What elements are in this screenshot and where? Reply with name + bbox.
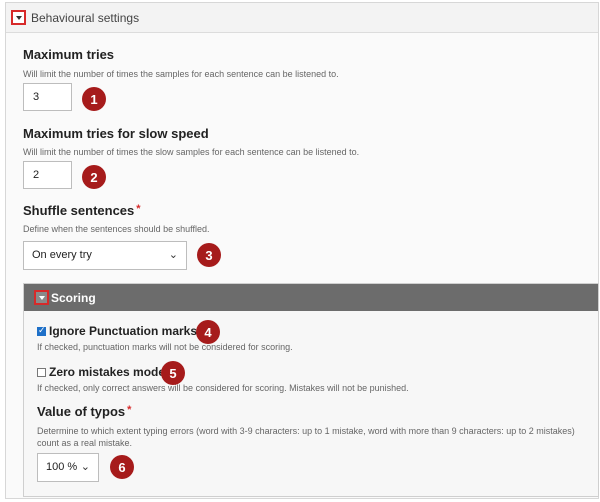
- maximum-tries-slow-label: Maximum tries for slow speed: [23, 126, 209, 141]
- scoring-title: Scoring: [51, 291, 96, 305]
- required-marker: *: [136, 203, 141, 215]
- ignore-punctuation-description: If checked, punctuation marks will not b…: [37, 342, 293, 352]
- callout-badge-5: 5: [161, 361, 185, 385]
- collapse-toggle-icon[interactable]: [11, 10, 26, 25]
- zero-mistakes-description: If checked, only correct answers will be…: [37, 383, 409, 393]
- behavioural-settings-header[interactable]: Behavioural settings: [6, 3, 598, 33]
- shuffle-selected-value: On every try: [32, 249, 92, 261]
- behavioural-settings-panel: Behavioural settings Maximum tries Will …: [5, 2, 599, 499]
- shuffle-sentences-label: Shuffle sentences *: [23, 203, 141, 218]
- maximum-tries-slow-input[interactable]: 2: [23, 161, 72, 189]
- ignore-punctuation-checkbox[interactable]: [37, 325, 46, 336]
- value-of-typos-label: Value of typos *: [37, 404, 131, 419]
- chevron-down-icon: ⌄: [168, 249, 178, 261]
- maximum-tries-label: Maximum tries: [23, 47, 115, 62]
- value-of-typos-description-1: Determine to which extent typing errors …: [37, 426, 575, 436]
- callout-badge-2: 2: [82, 165, 106, 189]
- value-of-typos-select[interactable]: 100 % ⌄: [37, 453, 99, 482]
- zero-mistakes-label: Zero mistakes mode: [49, 365, 166, 379]
- callout-badge-3: 3: [197, 243, 221, 267]
- callout-badge-1: 1: [82, 87, 106, 111]
- scoring-section: Scoring Ignore Punctuation marks If chec…: [23, 283, 599, 497]
- maximum-tries-slow-description: Will limit the number of times the slow …: [23, 147, 360, 157]
- scoring-header[interactable]: Scoring: [24, 284, 598, 311]
- required-marker: *: [127, 404, 132, 416]
- shuffle-sentences-label-text: Shuffle sentences: [23, 203, 135, 218]
- typos-selected-value: 100 %: [46, 461, 78, 473]
- value-of-typos-description-2: count as a real mistake.: [37, 438, 133, 448]
- collapse-toggle-icon[interactable]: [34, 290, 49, 305]
- callout-badge-4: 4: [196, 320, 220, 344]
- callout-badge-6: 6: [110, 455, 134, 479]
- shuffle-sentences-description: Define when the sentences should be shuf…: [23, 224, 210, 234]
- maximum-tries-description: Will limit the number of times the sampl…: [23, 69, 339, 79]
- maximum-tries-input[interactable]: 3: [23, 83, 72, 111]
- ignore-punctuation-label: Ignore Punctuation marks: [49, 324, 198, 338]
- chevron-down-icon: ⌄: [80, 461, 90, 473]
- shuffle-sentences-select[interactable]: On every try ⌄: [23, 241, 187, 270]
- value-of-typos-label-text: Value of typos: [37, 404, 126, 419]
- zero-mistakes-checkbox[interactable]: [37, 368, 46, 377]
- section-title: Behavioural settings: [31, 11, 140, 25]
